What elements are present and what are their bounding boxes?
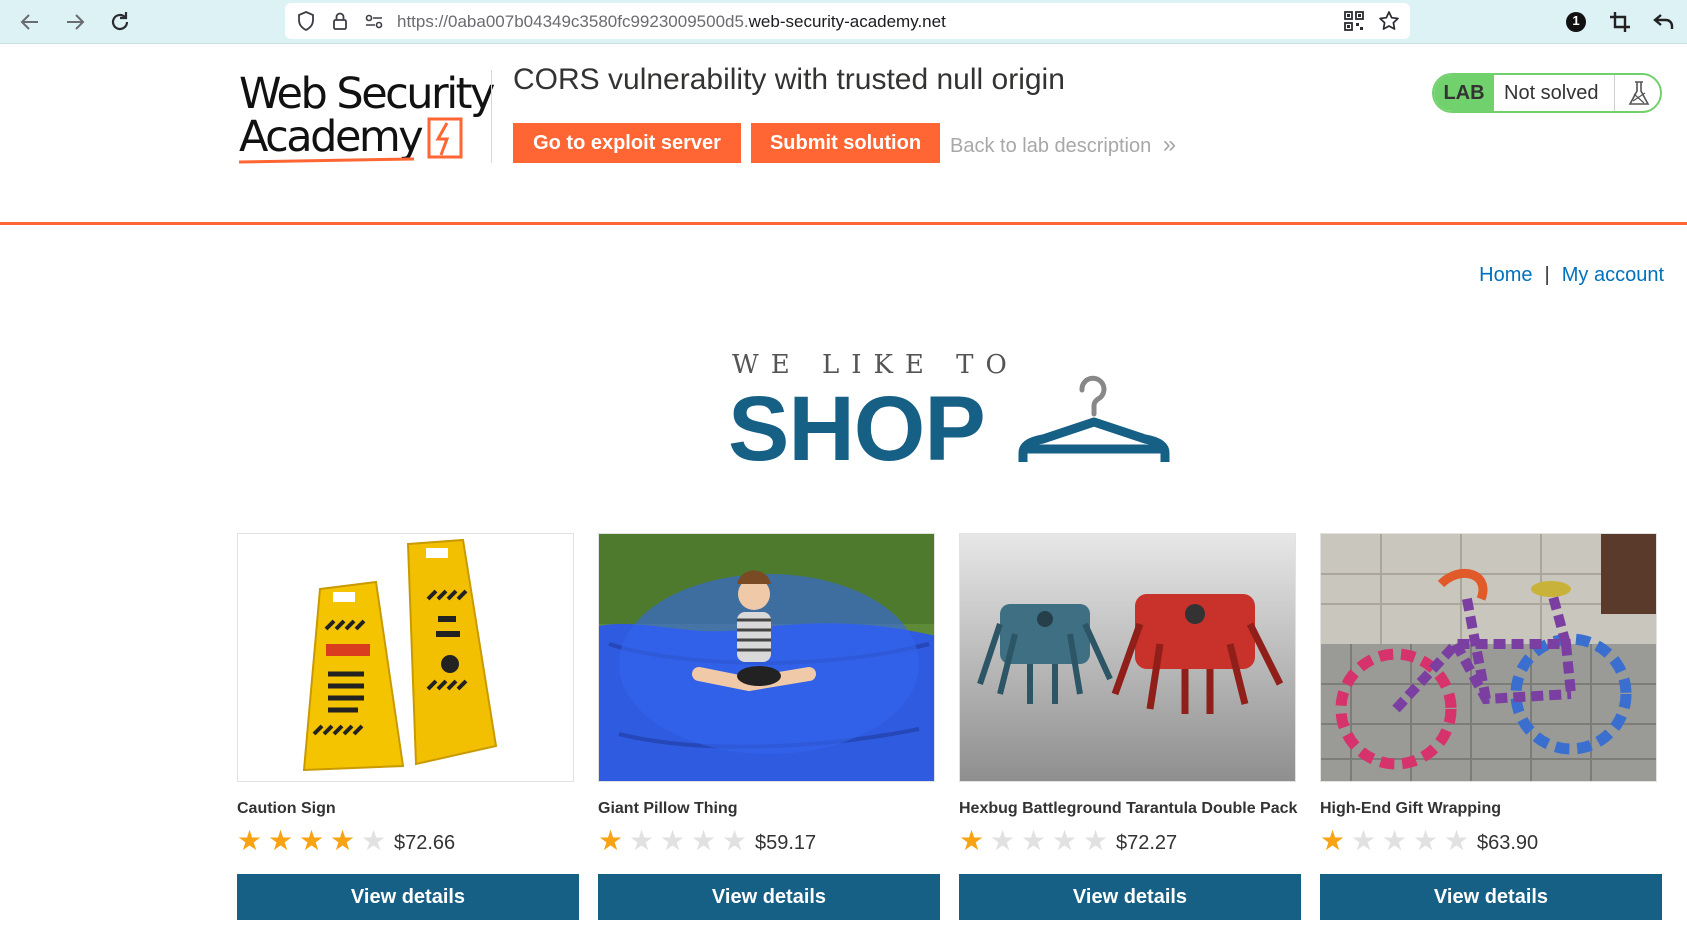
product-image[interactable]	[237, 533, 574, 782]
logo-divider	[491, 70, 492, 163]
star-filled-icon: ★	[237, 825, 263, 856]
lab-title: CORS vulnerability with trusted null ori…	[513, 63, 1065, 96]
view-details-button[interactable]: View details	[1320, 874, 1662, 920]
product-price: $72.27	[1116, 832, 1178, 854]
product-image[interactable]	[959, 533, 1296, 782]
star-empty-icon: ★	[990, 825, 1016, 856]
star-filled-icon: ★	[598, 825, 624, 856]
product-image[interactable]	[1320, 533, 1657, 782]
nav-separator: |	[1544, 264, 1550, 286]
star-empty-icon: ★	[1351, 825, 1377, 856]
undo-arrow-icon[interactable]	[1650, 8, 1678, 36]
browser-toolbar: https://0aba007b04349c3580fc9923009500d5…	[0, 0, 1687, 44]
home-link[interactable]: Home	[1479, 264, 1532, 286]
my-account-link[interactable]: My account	[1562, 264, 1664, 286]
product-name: Hexbug Battleground Tarantula Double Pac…	[959, 800, 1298, 817]
star-empty-icon: ★	[660, 825, 686, 856]
star-empty-icon: ★	[1052, 825, 1078, 856]
star-empty-icon: ★	[691, 825, 717, 856]
star-empty-icon: ★	[1382, 825, 1408, 856]
lab-status-badge: LAB Not solved	[1432, 73, 1662, 113]
header-divider	[0, 222, 1687, 225]
url-text[interactable]: https://0aba007b04349c3580fc9923009500d5…	[397, 12, 946, 32]
star-empty-icon: ★	[722, 825, 748, 856]
star-empty-icon: ★	[1444, 825, 1470, 856]
submit-solution-button[interactable]: Submit solution	[751, 123, 940, 163]
product-price: $59.17	[755, 832, 817, 854]
product-image[interactable]	[598, 533, 935, 782]
star-rating: ★ ★ ★ ★ ★	[959, 827, 1114, 855]
permissions-icon[interactable]	[363, 10, 385, 32]
view-details-button[interactable]: View details	[598, 874, 940, 920]
star-empty-icon: ★	[361, 825, 387, 856]
banner-tagline: WE LIKE TO	[732, 350, 1019, 380]
extension-badge-icon[interactable]: 1	[1562, 8, 1590, 36]
extension-badge-count: 1	[1572, 13, 1580, 28]
reload-icon[interactable]	[106, 8, 134, 36]
address-bar[interactable]: https://0aba007b04349c3580fc9923009500d5…	[285, 3, 1410, 39]
star-filled-icon: ★	[299, 825, 325, 856]
star-rating: ★ ★ ★ ★ ★	[598, 827, 753, 855]
lock-icon[interactable]	[329, 10, 351, 32]
lab-status-text: Not solved	[1504, 82, 1599, 104]
bookmark-star-icon[interactable]	[1378, 10, 1400, 32]
top-navigation: Home | My account	[1479, 264, 1664, 287]
flask-icon	[1614, 75, 1660, 111]
back-link-label: Back to lab description	[950, 135, 1152, 157]
star-rating: ★ ★ ★ ★ ★	[1320, 827, 1475, 855]
product-price: $63.90	[1477, 832, 1539, 854]
product-price: $72.66	[394, 832, 456, 854]
exploit-server-button[interactable]: Go to exploit server	[513, 123, 741, 163]
logo-line2: Academy	[239, 112, 424, 162]
url-prefix: https://0aba007b04349c3580fc9923009500d5…	[397, 12, 749, 31]
clothes-hanger-icon	[1018, 375, 1170, 462]
view-details-button[interactable]: View details	[959, 874, 1301, 920]
web-security-academy-logo[interactable]: Web Security Academy	[239, 69, 496, 165]
forward-arrow-icon[interactable]	[61, 8, 89, 36]
double-chevron-icon: »	[1162, 131, 1177, 158]
star-empty-icon: ★	[1413, 825, 1439, 856]
star-filled-icon: ★	[1320, 825, 1346, 856]
star-filled-icon: ★	[268, 825, 294, 856]
back-arrow-icon[interactable]	[16, 8, 44, 36]
hexbug-tarantula-image	[960, 534, 1295, 781]
url-host: web-security-academy.net	[748, 12, 946, 31]
product-name: High-End Gift Wrapping	[1320, 800, 1502, 817]
shield-icon[interactable]	[295, 10, 317, 32]
lab-tag: LAB	[1434, 75, 1494, 111]
star-filled-icon: ★	[330, 825, 356, 856]
logo-lightning-icon	[427, 117, 463, 159]
view-details-button[interactable]: View details	[237, 874, 579, 920]
back-to-lab-description-link[interactable]: Back to lab description »	[950, 131, 1176, 159]
star-rating: ★ ★ ★ ★ ★	[237, 827, 392, 855]
giant-pillow-image	[599, 534, 934, 781]
crop-icon[interactable]	[1606, 8, 1634, 36]
product-name: Caution Sign	[237, 800, 336, 817]
star-empty-icon: ★	[1083, 825, 1109, 856]
banner-title: SHOP	[728, 378, 986, 480]
qr-code-icon[interactable]	[1343, 10, 1365, 32]
star-empty-icon: ★	[629, 825, 655, 856]
star-empty-icon: ★	[1021, 825, 1047, 856]
caution-sign-image	[302, 538, 498, 772]
star-filled-icon: ★	[959, 825, 985, 856]
gift-wrapped-bicycle-image	[1321, 534, 1656, 781]
product-name: Giant Pillow Thing	[598, 800, 738, 817]
